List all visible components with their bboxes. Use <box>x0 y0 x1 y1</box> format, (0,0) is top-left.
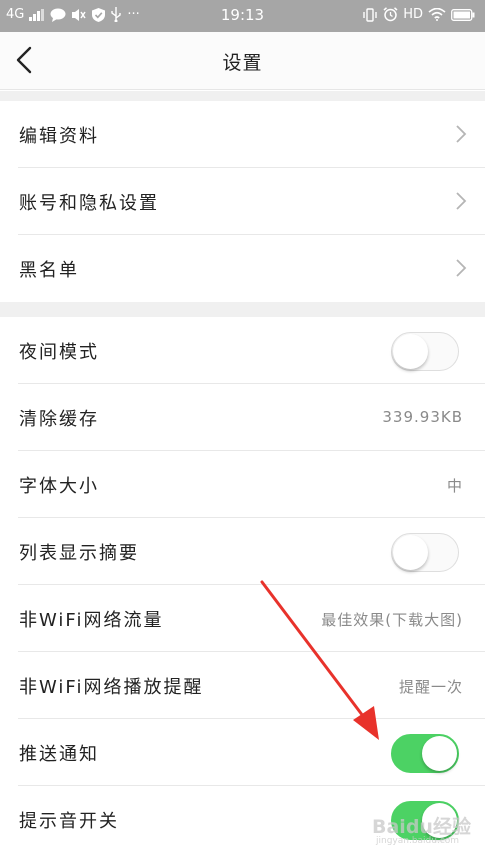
row-clear-cache[interactable]: 清除缓存 339.93KB <box>0 384 485 451</box>
list-summary-toggle[interactable] <box>391 533 459 572</box>
non-wifi-traffic-value: 最佳效果(下载大图) <box>321 611 463 629</box>
watermark-url: jingyan.baidu.com <box>376 836 460 846</box>
row-edit-profile[interactable]: 编辑资料 <box>0 101 485 168</box>
watermark-text: Baidu经验 <box>372 816 471 838</box>
nav-bar: 设置 <box>0 32 485 90</box>
toggle-knob <box>422 736 457 771</box>
row-label: 黑名单 <box>19 260 79 281</box>
row-label: 非WiFi网络流量 <box>19 610 164 631</box>
play-reminder-value: 提醒一次 <box>398 678 463 696</box>
row-push-notification: 推送通知 <box>0 719 485 786</box>
status-bar: 4G ··· 19:13 HD <box>0 0 485 32</box>
section-gap <box>0 302 485 317</box>
cache-size-value: 339.93KB <box>382 408 463 426</box>
row-label: 列表显示摘要 <box>19 543 139 564</box>
toggle-knob <box>393 535 428 570</box>
hd-indicator: HD <box>403 7 423 22</box>
toggle-knob <box>393 334 428 369</box>
row-label: 夜间模式 <box>19 342 99 363</box>
chevron-right-icon <box>456 125 467 143</box>
section-gap <box>0 91 485 101</box>
font-size-value: 中 <box>446 477 463 495</box>
row-font-size[interactable]: 字体大小 中 <box>0 451 485 518</box>
row-list-summary: 列表显示摘要 <box>0 518 485 585</box>
vibrate-icon <box>362 7 378 22</box>
row-account-privacy[interactable]: 账号和隐私设置 <box>0 168 485 235</box>
row-night-mode: 夜间模式 <box>0 317 485 384</box>
chevron-right-icon <box>456 192 467 210</box>
row-non-wifi-traffic[interactable]: 非WiFi网络流量 最佳效果(下载大图) <box>0 585 485 652</box>
row-blacklist[interactable]: 黑名单 <box>0 235 485 302</box>
baidu-watermark: Baidu经验 jingyan.baidu.com <box>372 800 482 850</box>
alarm-icon <box>383 7 398 22</box>
row-label: 清除缓存 <box>19 409 99 430</box>
push-notification-toggle[interactable] <box>391 734 459 773</box>
night-mode-toggle[interactable] <box>391 332 459 371</box>
battery-icon <box>451 8 475 21</box>
row-label: 提示音开关 <box>19 811 119 832</box>
row-label: 编辑资料 <box>19 126 99 147</box>
row-label: 账号和隐私设置 <box>19 193 159 214</box>
row-label: 非WiFi网络播放提醒 <box>19 677 204 698</box>
row-non-wifi-play-reminder[interactable]: 非WiFi网络播放提醒 提醒一次 <box>0 652 485 719</box>
wifi-icon <box>428 8 446 21</box>
page-title: 设置 <box>222 52 263 74</box>
row-label: 推送通知 <box>19 744 99 765</box>
chevron-right-icon <box>456 259 467 277</box>
row-label: 字体大小 <box>19 476 99 497</box>
